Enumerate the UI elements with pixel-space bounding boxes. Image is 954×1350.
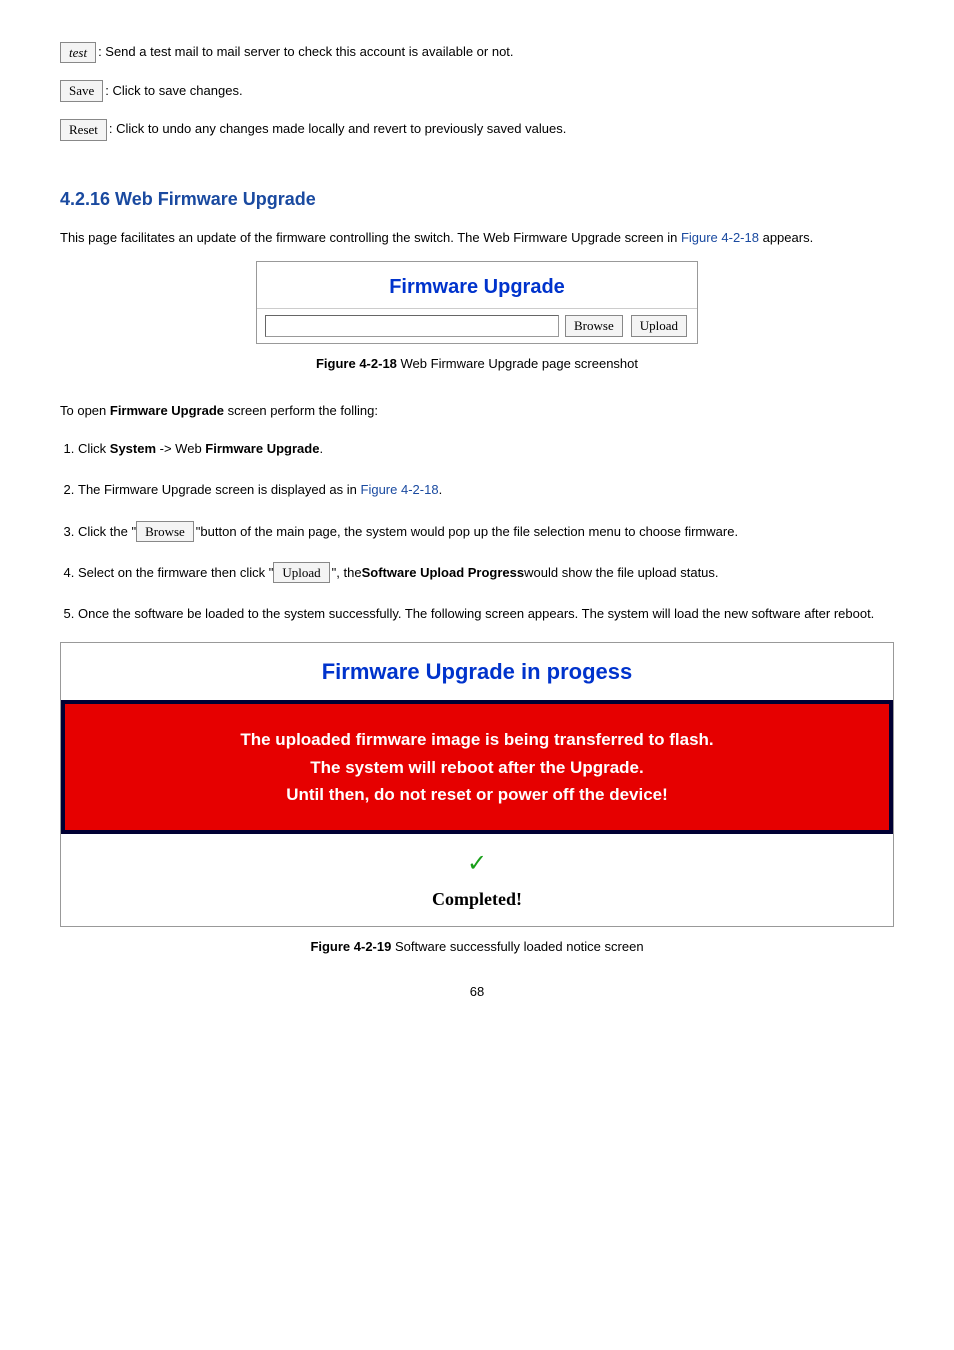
- figure-2-caption-prefix: Figure 4-2-19: [310, 939, 395, 954]
- step-3: Click the " Browse "button of the main p…: [78, 518, 894, 545]
- upload-button-inline[interactable]: Upload: [273, 562, 329, 584]
- figure-2-caption-text: Software successfully loaded notice scre…: [395, 939, 644, 954]
- section-intro: This page facilitates an update of the f…: [60, 224, 894, 253]
- page-number: 68: [60, 980, 894, 1005]
- open-prefix: To open: [60, 403, 110, 418]
- step-1: Click System -> Web Firmware Upgrade.: [78, 435, 894, 462]
- file-path-input[interactable]: [265, 315, 559, 337]
- s1-b: System: [110, 441, 156, 456]
- s4-b: ", the: [332, 559, 362, 586]
- reset-desc-text: : Click to undo any changes made locally…: [109, 117, 566, 142]
- reset-button[interactable]: Reset: [60, 119, 107, 141]
- save-button[interactable]: Save: [60, 80, 103, 102]
- reset-button-description: Reset : Click to undo any changes made l…: [60, 117, 894, 142]
- open-bold: Firmware Upgrade: [110, 403, 224, 418]
- warning-box: The uploaded firmware image is being tra…: [61, 700, 893, 834]
- save-desc-text: : Click to save changes.: [105, 79, 242, 104]
- firmware-upgrade-screenshot: Firmware Upgrade Browse Upload: [256, 261, 698, 344]
- s1-d: Firmware Upgrade: [205, 441, 319, 456]
- firmware-upgrade-title: Firmware Upgrade: [257, 262, 697, 309]
- s2-a: The Firmware Upgrade screen is displayed…: [78, 482, 361, 497]
- warn-line-1: The uploaded firmware image is being tra…: [75, 726, 879, 753]
- firmware-progress-screenshot: Firmware Upgrade in progess The uploaded…: [60, 642, 894, 928]
- intro-text-b: appears.: [759, 230, 813, 245]
- firmware-upload-row: Browse Upload: [257, 309, 697, 343]
- s3-a: Click the ": [78, 518, 136, 545]
- figure-2-caption: Figure 4-2-19 Software successfully load…: [60, 935, 894, 960]
- figure-ref-link[interactable]: Figure 4-2-18: [681, 230, 759, 245]
- browse-button[interactable]: Browse: [565, 315, 623, 337]
- test-button[interactable]: test: [60, 42, 96, 64]
- s1-e: .: [319, 441, 323, 456]
- firmware-progress-title: Firmware Upgrade in progess: [61, 643, 893, 701]
- section-heading: 4.2.16 Web Firmware Upgrade: [60, 182, 894, 216]
- s1-a: Click: [78, 441, 110, 456]
- s2-b: .: [439, 482, 443, 497]
- s3-b: "button of the main page, the system wou…: [196, 518, 738, 545]
- s2-ref[interactable]: Figure 4-2-18: [361, 482, 439, 497]
- save-button-description: Save : Click to save changes.: [60, 79, 894, 104]
- test-button-description: test : Send a test mail to mail server t…: [60, 40, 894, 65]
- step-5: Once the software be loaded to the syste…: [78, 600, 894, 627]
- open-instruction: To open Firmware Upgrade screen perform …: [60, 397, 894, 426]
- warn-line-2: The system will reboot after the Upgrade…: [75, 754, 879, 781]
- step-2: The Firmware Upgrade screen is displayed…: [78, 476, 894, 503]
- s4-bold: Software Upload Progress: [362, 559, 525, 586]
- completed-block: ✓ Completed!: [61, 834, 893, 926]
- figure-1-caption: Figure 4-2-18 Web Firmware Upgrade page …: [60, 352, 894, 377]
- steps-list: Click System -> Web Firmware Upgrade. Th…: [60, 435, 894, 627]
- step-4: Select on the firmware then click " Uplo…: [78, 559, 894, 586]
- s1-c: -> Web: [156, 441, 205, 456]
- s4-a: Select on the firmware then click ": [78, 559, 273, 586]
- warn-line-3: Until then, do not reset or power off th…: [75, 781, 879, 808]
- upload-button[interactable]: Upload: [631, 315, 687, 337]
- test-desc-text: : Send a test mail to mail server to che…: [98, 40, 513, 65]
- figure-1-caption-prefix: Figure 4-2-18: [316, 356, 401, 371]
- checkmark-icon: ✓: [61, 852, 893, 876]
- s4-c: would show the file upload status.: [524, 559, 718, 586]
- browse-button-inline[interactable]: Browse: [136, 521, 194, 543]
- open-suffix: screen perform the folling:: [224, 403, 378, 418]
- figure-1-caption-text: Web Firmware Upgrade page screenshot: [401, 356, 639, 371]
- completed-label: Completed!: [61, 882, 893, 916]
- intro-text-a: This page facilitates an update of the f…: [60, 230, 681, 245]
